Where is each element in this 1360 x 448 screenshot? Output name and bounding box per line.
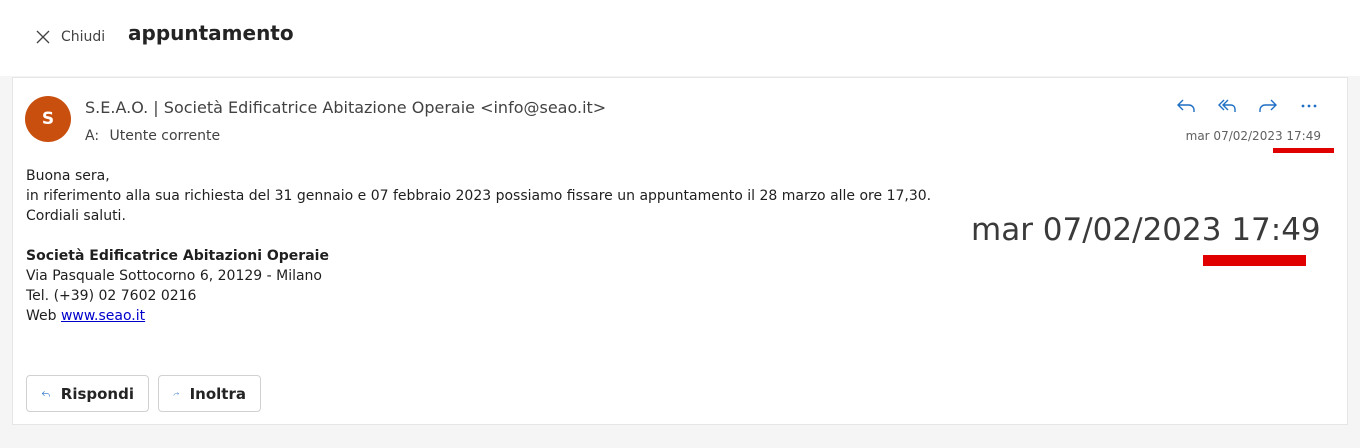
message-datetime: mar 07/02/2023 17:49 (1185, 129, 1321, 143)
highlight-underline-large (1203, 255, 1306, 266)
reply-all-button[interactable] (1206, 92, 1247, 120)
forward-button[interactable] (1247, 92, 1288, 120)
message-body: Buona sera, in riferimento alla sua rich… (26, 166, 931, 326)
close-button[interactable]: Chiudi (34, 26, 105, 48)
more-button[interactable] (1288, 92, 1329, 120)
forward-icon (1258, 99, 1277, 112)
more-icon (1301, 104, 1316, 108)
message-card: S S.E.A.O. | Società Edificatrice Abitaz… (12, 77, 1348, 425)
reply-button[interactable] (1165, 92, 1206, 120)
recipient-label: A: (85, 128, 100, 144)
highlight-underline-small (1273, 148, 1334, 153)
reply-icon (1176, 99, 1195, 112)
reply-icon (41, 390, 50, 397)
recipient-name[interactable]: Utente corrente (110, 128, 221, 144)
message-actions (1165, 92, 1329, 120)
close-label: Chiudi (61, 29, 106, 45)
signature-web-label: Web (26, 308, 57, 324)
close-icon (36, 30, 50, 44)
forward-icon (173, 391, 179, 396)
reply-footer-button[interactable]: Rispondi (26, 375, 149, 412)
forward-footer-button[interactable]: Inoltra (158, 375, 261, 412)
recipient-line: A: Utente corrente (85, 128, 220, 144)
body-closing: Cordiali saluti. (26, 208, 126, 224)
reply-footer-label: Rispondi (60, 384, 134, 403)
body-line: in riferimento alla sua richiesta del 31… (26, 188, 932, 204)
message-subject: appuntamento (128, 21, 294, 45)
signature-address: Via Pasquale Sottocorno 6, 20129 - Milan… (26, 268, 322, 284)
signature-name: Società Edificatrice Abitazioni Operaie (26, 248, 329, 264)
reply-all-icon (1217, 99, 1236, 112)
signature-web: Web www.seao.it (26, 306, 931, 326)
sender-avatar: S (25, 96, 71, 142)
signature-phone: Tel. (+39) 02 7602 0216 (26, 288, 197, 304)
forward-footer-label: Inoltra (189, 384, 246, 403)
signature-web-link[interactable]: www.seao.it (61, 308, 145, 324)
zoomed-datetime-callout: mar 07/02/2023 17:49 (971, 212, 1321, 248)
body-greeting: Buona sera, (26, 168, 110, 184)
sender-name[interactable]: S.E.A.O. | Società Edificatrice Abitazio… (85, 98, 606, 117)
reading-header: Chiudi appuntamento (0, 0, 1360, 76)
